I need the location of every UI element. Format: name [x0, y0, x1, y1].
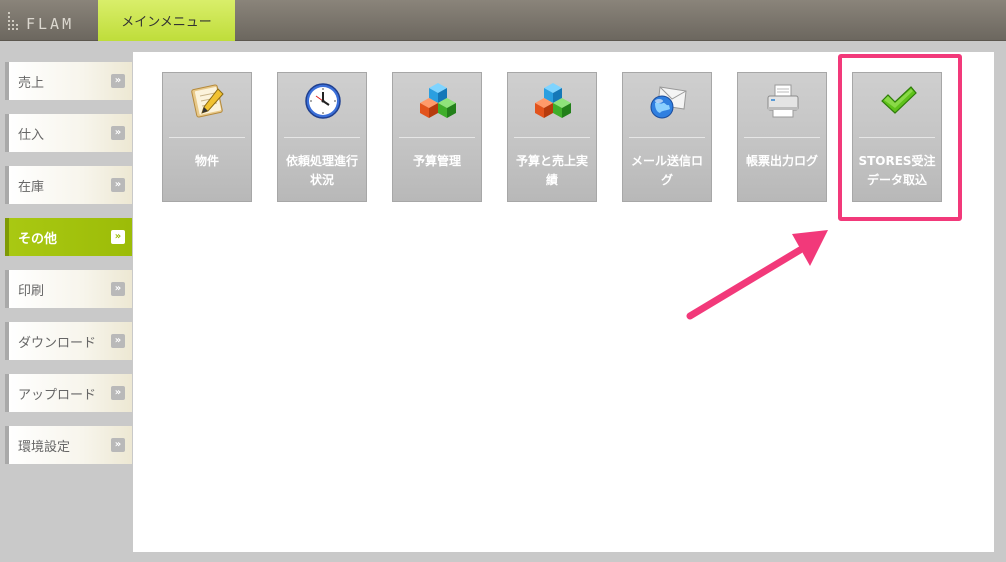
sidebar-item-label: 売上: [18, 75, 45, 91]
sidebar-item-label: ダウンロード: [18, 335, 97, 351]
tile-budget-sales-results[interactable]: 予算と売上実績: [507, 72, 597, 202]
sidebar-item-label: アップロード: [18, 387, 97, 403]
sidebar-item-settings[interactable]: 環境設定 »: [5, 426, 132, 464]
sidebar-item-label: 環境設定: [18, 439, 71, 455]
sidebar-item-label: 在庫: [18, 179, 45, 195]
main-panel: 物件 依頼処理進行状況 予算管理 予算と売上実績 メール送信ログ 帳票出力ログ …: [133, 52, 994, 552]
top-bar: FLAM メインメニュー: [0, 0, 1006, 41]
logo-text: FLAM: [26, 15, 75, 33]
sidebar-item-upload[interactable]: アップロード »: [5, 374, 132, 412]
sidebar-item-label: 仕入: [18, 127, 45, 143]
cubes-icon: [535, 83, 571, 118]
sidebar-item-other[interactable]: その他 »: [5, 218, 132, 256]
tile-label: STORES受注データ取込: [858, 154, 936, 187]
sidebar-item-print[interactable]: 印刷 »: [5, 270, 132, 308]
sidebar-item-download[interactable]: ダウンロード »: [5, 322, 132, 360]
sidebar-item-sales[interactable]: 売上 »: [5, 62, 132, 100]
chevron-right-icon: »: [111, 334, 125, 348]
sidebar-item-purchase[interactable]: 仕入 »: [5, 114, 132, 152]
tile-stores-order-import[interactable]: STORES受注データ取込: [852, 72, 942, 202]
sidebar-item-inventory[interactable]: 在庫 »: [5, 166, 132, 204]
chevron-right-icon: »: [111, 74, 125, 88]
tile-divider: [169, 137, 245, 138]
printer-icon: [767, 84, 799, 118]
chevron-right-icon: »: [111, 386, 125, 400]
tile-label: 予算と売上実績: [515, 154, 588, 187]
clock-icon: [305, 83, 341, 119]
sidebar-item-label: 印刷: [18, 283, 45, 299]
cubes-icon: [420, 83, 456, 118]
chevron-right-icon: »: [111, 178, 125, 192]
tile-label: 帳票出力ログ: [745, 154, 818, 168]
tile-label: メール送信ログ: [630, 154, 703, 187]
chevron-right-icon: »: [111, 282, 125, 296]
chevron-right-icon: »: [111, 126, 125, 140]
app-logo[interactable]: FLAM: [8, 10, 75, 33]
checkmark-icon: [881, 86, 917, 114]
tab-main-menu[interactable]: メインメニュー: [98, 0, 235, 41]
tile-divider: [744, 137, 820, 138]
tile-divider: [399, 137, 475, 138]
tile-report-output-log[interactable]: 帳票出力ログ: [737, 72, 827, 202]
tile-label: 物件: [194, 154, 219, 168]
tile-request-progress[interactable]: 依頼処理進行状況: [277, 72, 367, 202]
tile-divider: [284, 137, 360, 138]
tile-label: 予算管理: [412, 154, 461, 168]
tile-divider: [514, 137, 590, 138]
tile-label: 依頼処理進行状況: [285, 154, 358, 187]
pointer-arrow-icon: [686, 230, 828, 320]
tile-budget-management[interactable]: 予算管理: [392, 72, 482, 202]
notebook-pencil-icon: [191, 84, 224, 118]
tile-divider: [859, 137, 935, 138]
tile-property[interactable]: 物件: [162, 72, 252, 202]
flam-logo-icon: [8, 12, 18, 30]
mail-globe-icon: [650, 86, 687, 119]
chevron-right-icon: »: [111, 230, 125, 244]
sidebar: 売上 » 仕入 » 在庫 » その他 » 印刷 » ダウンロード » アップロー…: [5, 62, 132, 478]
tile-mail-log[interactable]: メール送信ログ: [622, 72, 712, 202]
sidebar-item-label: その他: [18, 231, 58, 247]
tile-divider: [629, 137, 705, 138]
chevron-right-icon: »: [111, 438, 125, 452]
